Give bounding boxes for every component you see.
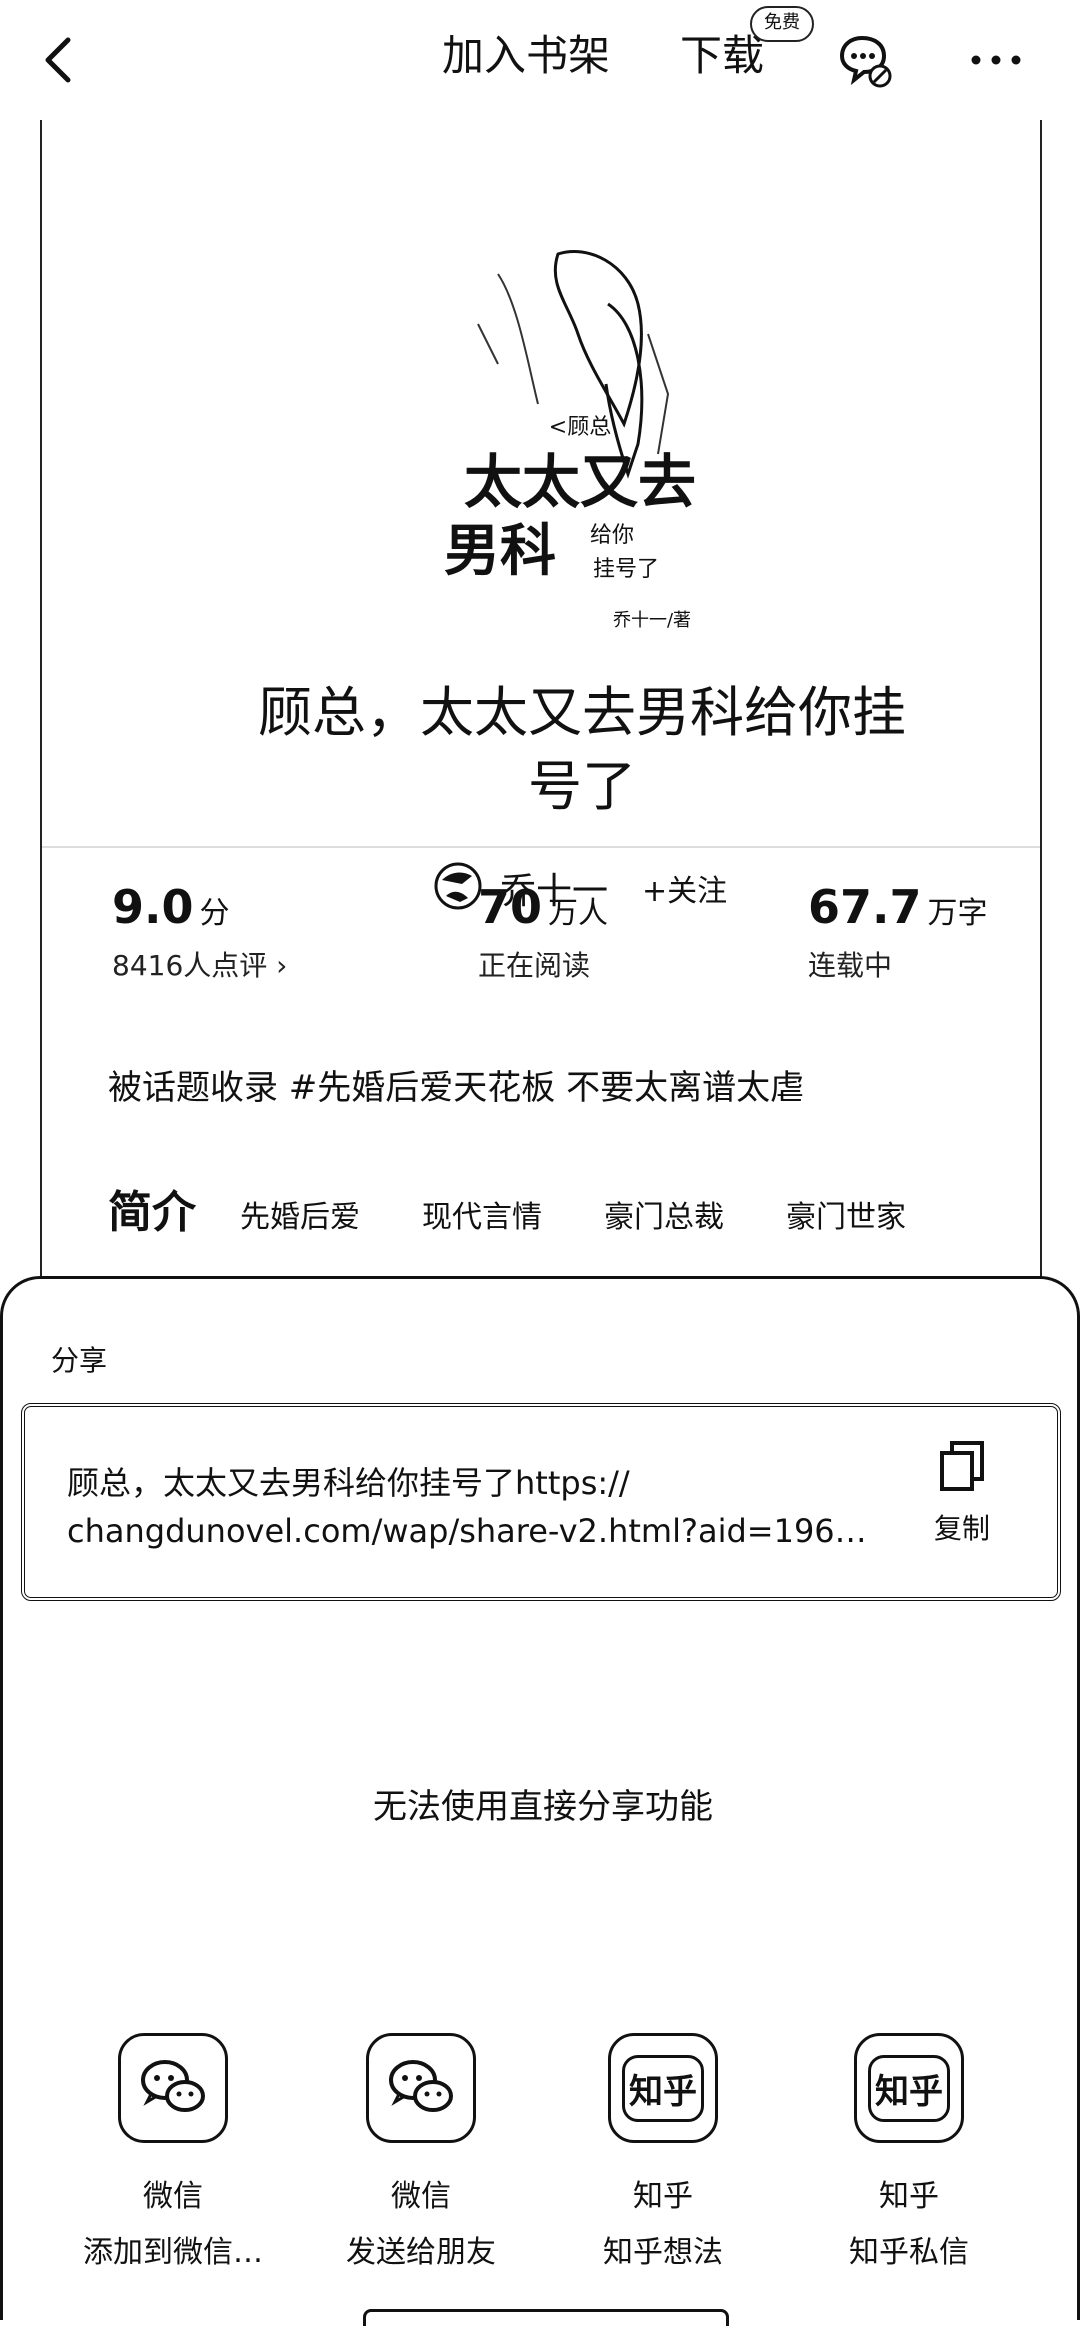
cover-author: 乔十一/著 (613, 610, 691, 631)
wechat-icon (118, 2033, 228, 2143)
share-target-zhihu-ideas[interactable]: 知乎 知乎 知乎想法 (543, 2033, 783, 2271)
share-targets: 微信 添加到微信… 微信 发送给朋友 知乎 知乎 知乎想法 知乎 知乎 知乎私信 (3, 2033, 1080, 2273)
target-desc: 知乎私信 (849, 2235, 969, 2270)
share-link-text: 顾总，太太又去男科给你挂号了https:// changdunovel.com/… (67, 1459, 887, 1555)
share-link-line2: changdunovel.com/wap/share-v2.html?aid=1… (67, 1512, 867, 1550)
share-sheet: 分享 顾总，太太又去男科给你挂号了https:// changdunovel.c… (0, 1276, 1080, 2326)
share-target-zhihu-message[interactable]: 知乎 知乎 知乎私信 (789, 2033, 1029, 2271)
back-arrow-icon[interactable] (30, 28, 90, 92)
divider (42, 846, 1040, 848)
stat-score[interactable]: 9.0 分 8416人点评 › (112, 880, 287, 984)
zhihu-icon: 知乎 (854, 2033, 964, 2143)
intro-row: 简介 先婚后爱 现代言情 豪门总裁 豪门世家 (108, 1176, 968, 1240)
target-name: 知乎 (633, 2179, 693, 2214)
words-unit: 万字 (927, 896, 988, 931)
zhihu-glyph: 知乎 (622, 2054, 704, 2122)
book-title: 顾总，太太又去男科给你挂 号了 (182, 676, 982, 824)
book-cover[interactable]: <顾总 太太又去 男科 给你 挂号了 乔十一/著 (438, 244, 722, 644)
cover-title-small2: 挂号了 (593, 557, 659, 582)
intro-title: 简介 (108, 1187, 196, 1238)
more-icon[interactable] (966, 30, 1026, 94)
free-badge: 免费 (750, 6, 814, 42)
share-title: 分享 (51, 1344, 108, 1377)
tag-item[interactable]: 先婚后爱 (240, 1192, 360, 1236)
book-detail-card: <顾总 太太又去 男科 给你 挂号了 乔十一/著 顾总，太太又去男科给你挂 号了… (40, 120, 1042, 1280)
book-title-line1: 顾总，太太又去男科给你挂 (258, 681, 906, 744)
topic-line[interactable]: 被话题收录 #先婚后爱天花板 不要太离谱太虐 (108, 1060, 804, 1109)
share-target-wechat-favorites[interactable]: 微信 添加到微信… (53, 2033, 293, 2271)
home-indicator[interactable] (363, 2309, 729, 2326)
tag-item[interactable]: 豪门世家 (786, 1192, 906, 1236)
words-value: 67.7 (808, 880, 922, 934)
target-desc: 添加到微信… (83, 2235, 263, 2270)
score-value: 9.0 (112, 880, 194, 934)
book-title-line2: 号了 (528, 755, 636, 818)
download-button[interactable]: 下载 (680, 26, 764, 86)
stat-readers: 70 万人 正在阅读 (478, 880, 608, 984)
author-avatar-icon[interactable] (432, 860, 484, 916)
comment-off-icon[interactable] (834, 30, 894, 94)
stat-words: 67.7 万字 连载中 (808, 880, 988, 984)
cover-subtitle: <顾总 (549, 415, 611, 440)
readers-label: 正在阅读 (478, 949, 591, 982)
share-link-line1: 顾总，太太又去男科给你挂号了https:// (67, 1464, 630, 1502)
target-name: 微信 (391, 2179, 451, 2214)
zhihu-glyph: 知乎 (868, 2054, 950, 2122)
add-to-shelf-button[interactable]: 加入书架 (442, 26, 610, 86)
target-desc: 知乎想法 (603, 2235, 723, 2270)
serial-status: 连载中 (808, 949, 893, 982)
review-count: 8416人点评 › (112, 949, 288, 982)
share-link-box[interactable]: 顾总，太太又去男科给你挂号了https:// changdunovel.com/… (21, 1403, 1061, 1601)
cover-title-line2: 男科 (444, 518, 556, 584)
score-unit: 分 (199, 896, 230, 931)
copy-icon (932, 1441, 992, 1501)
tag-item[interactable]: 现代言情 (422, 1192, 542, 1236)
cover-title-line1: 太太又去 (464, 448, 696, 516)
wechat-icon (366, 2033, 476, 2143)
copy-button[interactable]: 复制 (907, 1437, 1017, 1547)
target-desc: 发送给朋友 (346, 2235, 496, 2270)
cover-title-small1: 给你 (590, 523, 634, 548)
copy-label: 复制 (933, 1512, 990, 1545)
target-name: 知乎 (879, 2179, 939, 2214)
share-unavailable-notice: 无法使用直接分享功能 (373, 1787, 713, 1827)
readers-value: 70 (478, 880, 543, 934)
follow-button[interactable]: +关注 (642, 866, 727, 910)
share-target-wechat-friends[interactable]: 微信 发送给朋友 (301, 2033, 541, 2271)
target-name: 微信 (143, 2179, 203, 2214)
top-bar: 加入书架 下载 免费 (0, 0, 1080, 120)
tag-item[interactable]: 豪门总裁 (604, 1192, 724, 1236)
zhihu-icon: 知乎 (608, 2033, 718, 2143)
readers-unit: 万人 (548, 896, 609, 931)
